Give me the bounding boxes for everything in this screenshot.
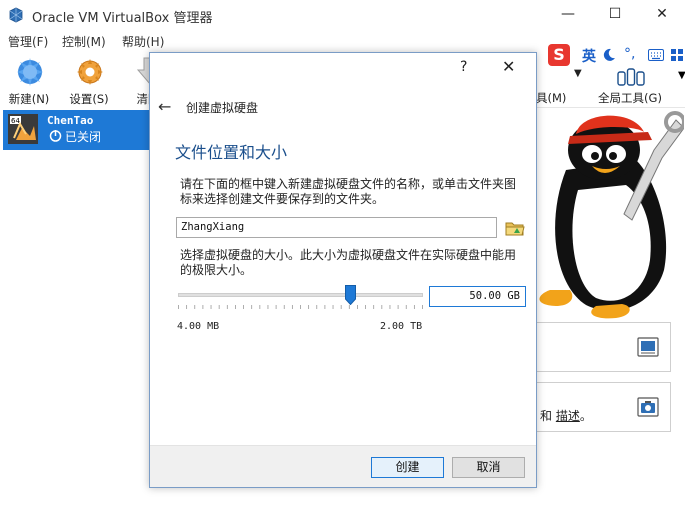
size-slider-track[interactable]: [178, 293, 423, 297]
snapshot-camera-icon: [637, 397, 659, 417]
ime-logo[interactable]: S: [548, 44, 570, 66]
window-title: Oracle VM VirtualBox 管理器: [32, 11, 213, 26]
gear-icon: [77, 59, 103, 85]
os-type-icon: 64: [8, 114, 38, 144]
dialog-footer: 创建 取消: [150, 445, 536, 487]
machine-details-icon: [637, 337, 659, 357]
vm-state: 已关闭: [65, 130, 102, 144]
virtualbox-logo-icon: [9, 7, 23, 23]
menu-control[interactable]: 控制(M): [62, 33, 106, 50]
description-link[interactable]: 描述: [556, 409, 580, 423]
title-bar: Oracle VM VirtualBox 管理器 — ☐ ✕: [0, 0, 685, 30]
create-virtual-disk-dialog: ? ✕ ← 创建虚拟硬盘 文件位置和大小 请在下面的框中键入新建虚拟硬盘文件的名…: [149, 52, 537, 488]
size-input[interactable]: 50.00 GB: [429, 286, 526, 307]
new-vm-button[interactable]: 新建(N): [1, 54, 57, 108]
settings-label: 设置(S): [69, 92, 109, 106]
power-off-icon: [49, 130, 62, 142]
new-vm-label: 新建(N): [8, 92, 50, 106]
ime-mode[interactable]: 英: [582, 46, 596, 66]
back-arrow-icon[interactable]: ←: [158, 97, 171, 116]
size-slider-thumb[interactable]: [344, 285, 356, 305]
vm-list-item[interactable]: 64 ChenTao 已关闭: [3, 110, 150, 150]
location-description: 请在下面的框中键入新建虚拟硬盘文件的名称，或单击文件夹图标来选择创建文件要保存到…: [180, 177, 517, 206]
tools-panel-text: 和 描述。: [540, 409, 592, 423]
ime-toolbar: S 英 °,: [548, 44, 685, 68]
tools-panel-2[interactable]: 和 描述。: [536, 382, 671, 432]
file-location-input[interactable]: ZhangXiang: [176, 217, 497, 238]
size-min-label: 4.00 MB: [177, 321, 220, 332]
maximize-button[interactable]: ☐: [603, 4, 627, 24]
global-tools-label: 全局工具(G): [598, 91, 662, 105]
global-tools-dropdown-icon[interactable]: ▼: [678, 70, 685, 81]
close-window-button[interactable]: ✕: [650, 4, 674, 24]
size-description: 选择虚拟硬盘的大小。此大小为虚拟硬盘文件在实际硬盘中能用的极限大小。: [180, 248, 517, 277]
minimize-button[interactable]: —: [556, 4, 580, 24]
size-slider-ticks: [178, 305, 423, 309]
settings-button[interactable]: 设置(S): [61, 54, 117, 108]
dialog-close-button[interactable]: ✕: [502, 57, 515, 76]
vm-name: ChenTao: [47, 114, 94, 127]
create-button[interactable]: 创建: [371, 457, 444, 478]
menu-manage[interactable]: 管理(F): [8, 33, 48, 50]
size-max-label: 2.00 TB: [380, 321, 423, 332]
punctuation-icon[interactable]: °,: [624, 46, 635, 62]
menu-help[interactable]: 帮助(H): [122, 33, 164, 50]
main-toolbar: 新建(N) 设置(S) 清除: [0, 52, 164, 108]
global-tools-button[interactable]: 全局工具(G) ▼: [590, 62, 685, 108]
chevron-down-icon[interactable]: ▼: [574, 68, 582, 79]
penguin-mascot-image: [539, 111, 684, 319]
machine-tools-label[interactable]: 具(M): [536, 90, 566, 106]
section-title: 文件位置和大小: [175, 143, 288, 162]
grid-menu-icon[interactable]: [670, 48, 684, 62]
folder-icon[interactable]: [504, 217, 526, 239]
keyboard-icon[interactable]: [648, 49, 664, 61]
cancel-button[interactable]: 取消: [452, 457, 525, 478]
new-star-icon: [17, 58, 43, 86]
vm-list: 64 ChenTao 已关闭: [0, 108, 150, 488]
dialog-header: 创建虚拟硬盘: [186, 101, 259, 115]
help-button[interactable]: ?: [460, 59, 467, 75]
moon-icon[interactable]: [602, 48, 616, 62]
tools-panel-1[interactable]: [536, 322, 671, 372]
global-tools-icon: [617, 68, 645, 86]
